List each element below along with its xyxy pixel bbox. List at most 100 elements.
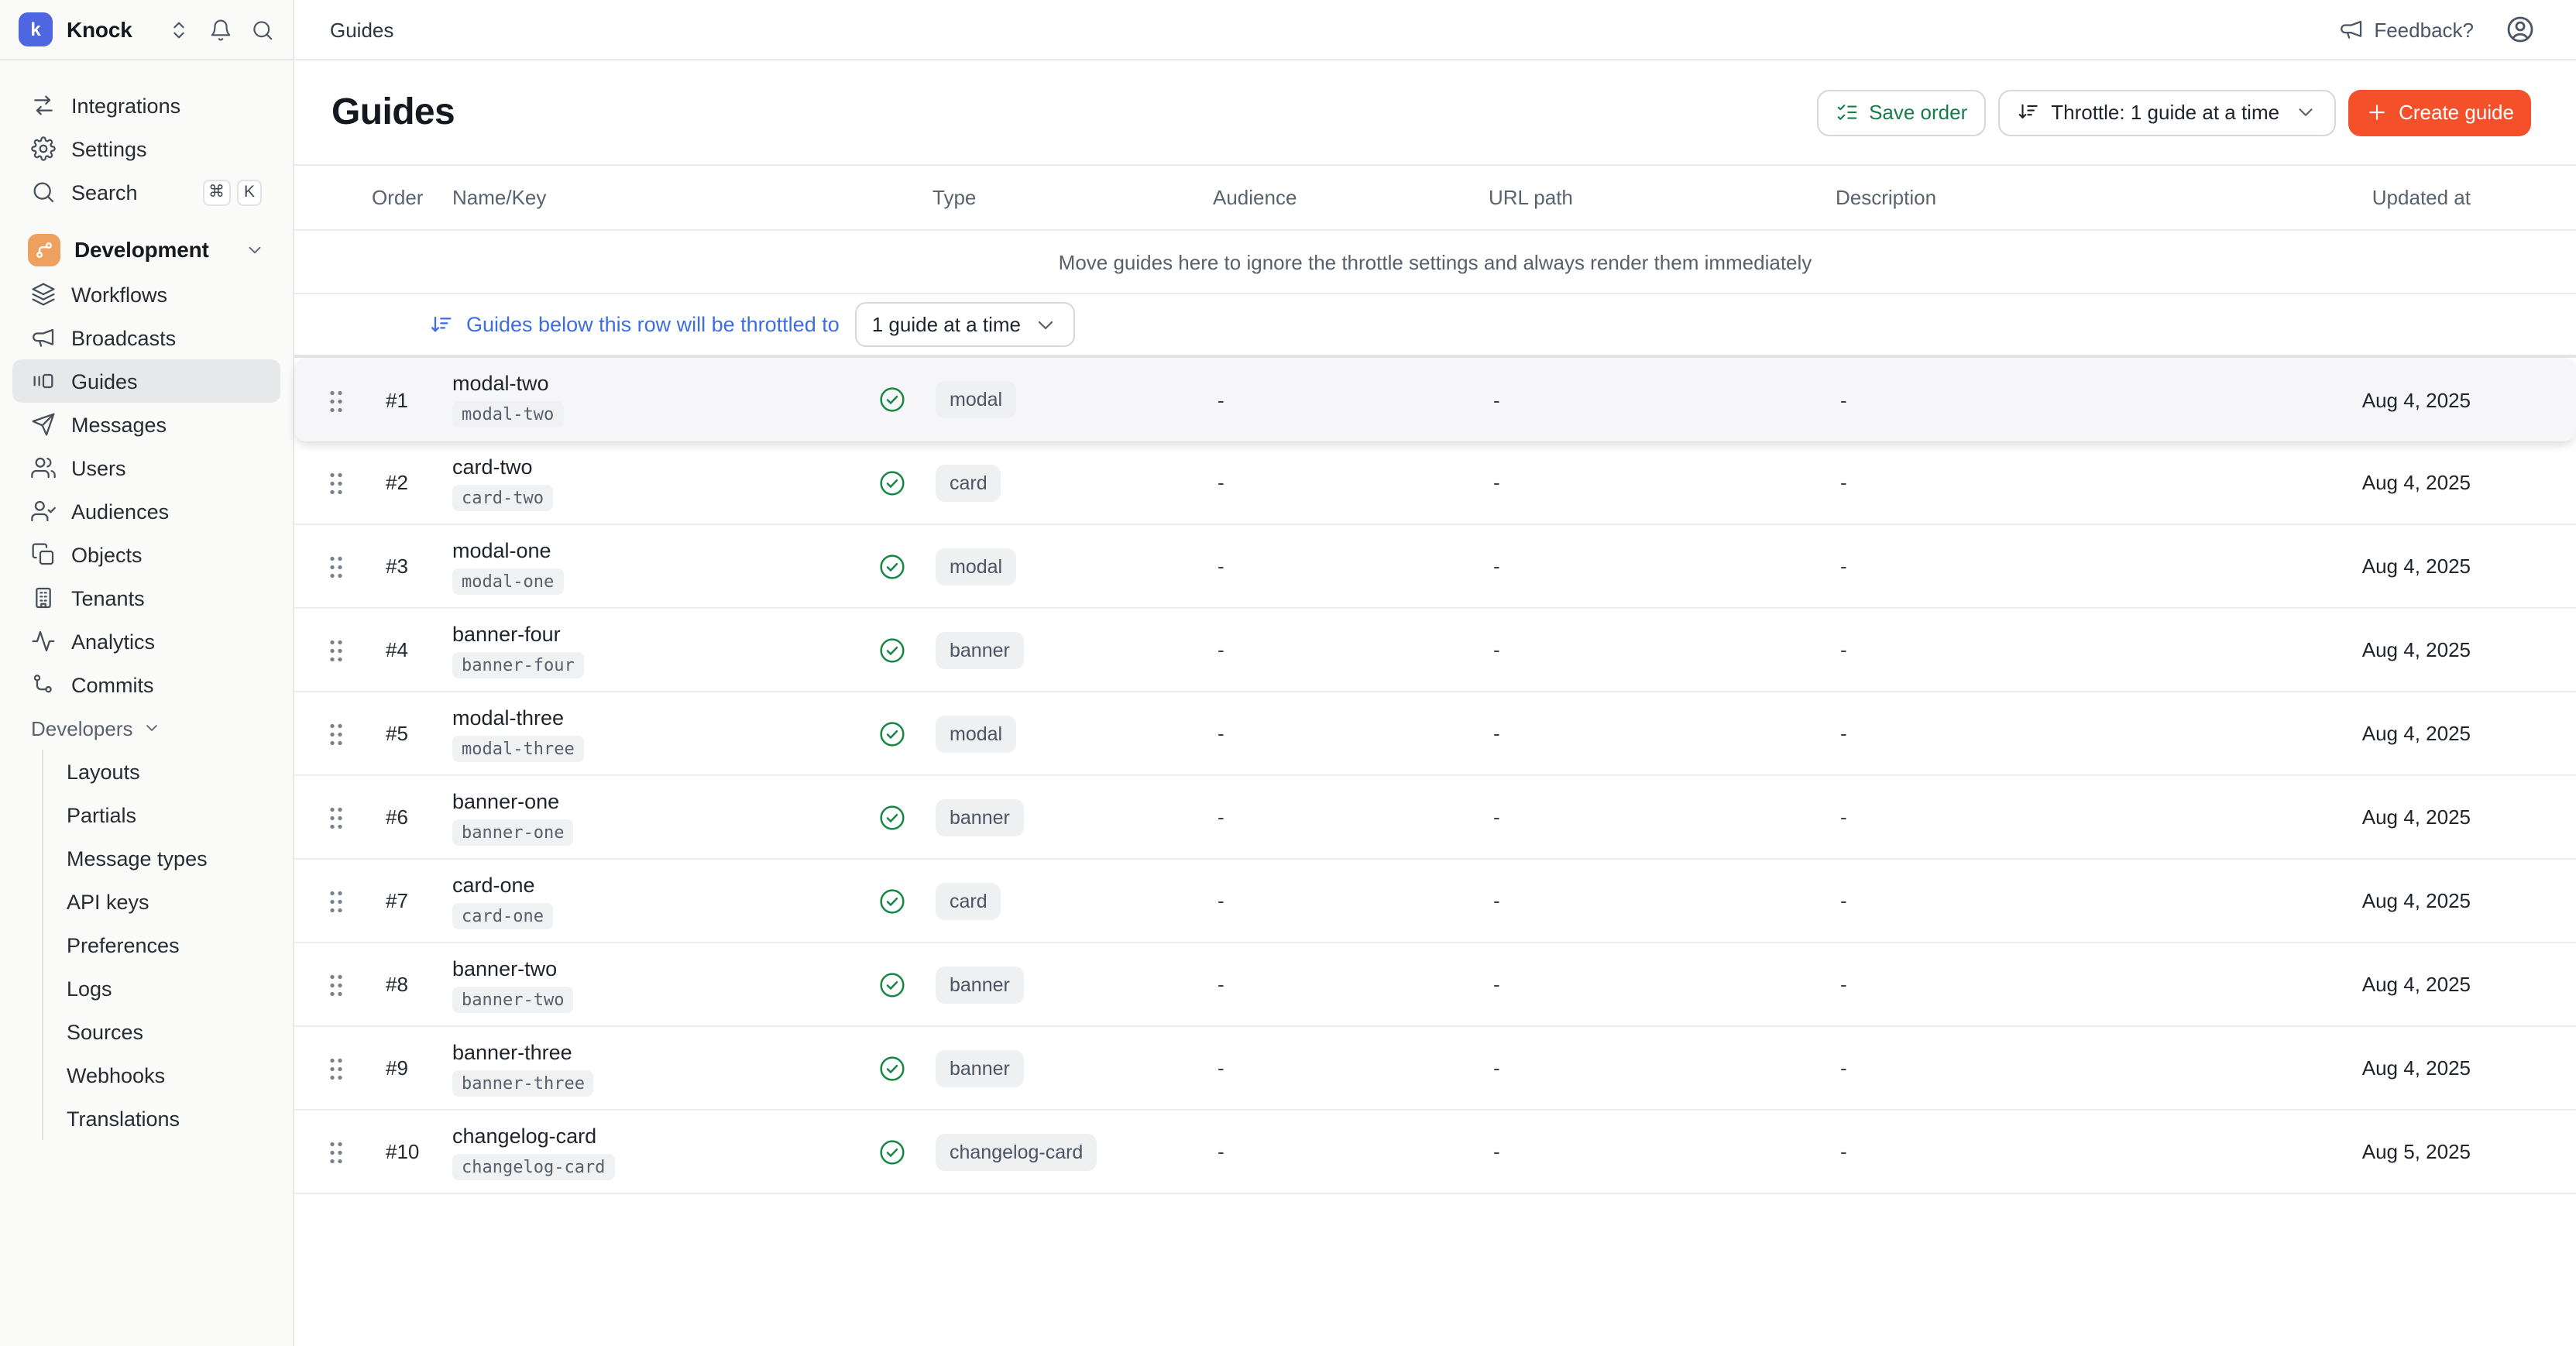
sidebar-item-search[interactable]: Search⌘K (12, 170, 280, 214)
drag-handle[interactable] (328, 388, 342, 411)
url-path-value: - (1489, 973, 1836, 996)
url-path-value: - (1489, 388, 1836, 411)
sidebar-item-broadcasts[interactable]: Broadcasts (12, 316, 280, 359)
sidebar-item-label: Webhooks (67, 1063, 165, 1087)
megaphone-icon (2338, 17, 2363, 42)
audience-value: - (1213, 889, 1489, 912)
column-header-order: Order (372, 186, 452, 209)
integrations-icon (31, 93, 56, 118)
account-menu-icon[interactable] (2505, 14, 2536, 45)
updated-at: Aug 4, 2025 (2223, 471, 2471, 494)
topbar-tab-guides[interactable]: Guides (330, 18, 393, 41)
sidebar-item-logs[interactable]: Logs (43, 967, 280, 1010)
create-guide-button[interactable]: Create guide (2348, 89, 2531, 136)
guide-type-badge: modal (936, 715, 1016, 752)
updated-at: Aug 4, 2025 (2223, 973, 2471, 996)
sidebar-item-sources[interactable]: Sources (43, 1010, 280, 1053)
table-row[interactable]: #6banner-onebanner-onebanner---Aug 4, 20… (294, 776, 2576, 860)
unthrottled-dropzone[interactable]: Move guides here to ignore the throttle … (294, 231, 2576, 294)
sidebar-item-translations[interactable]: Translations (43, 1097, 280, 1140)
sidebar-item-label: Layouts (67, 760, 140, 783)
sidebar-item-users[interactable]: Users (12, 446, 280, 489)
sidebar-item-integrations[interactable]: Integrations (12, 84, 280, 127)
search-icon[interactable] (251, 18, 274, 41)
sidebar-item-audiences[interactable]: Audiences (12, 489, 280, 533)
throttle-dropdown-button[interactable]: Throttle: 1 guide at a time (1998, 89, 2335, 136)
status-active-icon (877, 1052, 908, 1083)
description-value: - (1836, 805, 2223, 829)
updated-at: Aug 4, 2025 (2223, 805, 2471, 829)
table-row[interactable]: #8banner-twobanner-twobanner---Aug 4, 20… (294, 943, 2576, 1027)
sidebar-item-objects[interactable]: Objects (12, 533, 280, 576)
guide-type-badge: card (936, 882, 1001, 919)
table-row[interactable]: #3modal-onemodal-onemodal---Aug 4, 2025 (294, 525, 2576, 609)
updated-at: Aug 5, 2025 (2223, 1140, 2471, 1163)
broadcasts-icon (31, 325, 56, 350)
guide-type-badge: banner (936, 966, 1024, 1003)
table-row[interactable]: #9banner-threebanner-threebanner---Aug 4… (294, 1027, 2576, 1111)
sidebar-item-settings[interactable]: Settings (12, 127, 280, 170)
sidebar-item-label: Translations (67, 1107, 180, 1130)
save-order-button[interactable]: Save order (1816, 89, 1986, 136)
developers-section-toggle[interactable]: Developers (12, 709, 280, 747)
app-window: k Knock IntegrationsSettingsSearch⌘K Dev… (0, 0, 2576, 1346)
drag-handle[interactable] (328, 471, 342, 494)
sidebar-item-message-types[interactable]: Message types (43, 836, 280, 880)
workspace-avatar: k (19, 12, 53, 46)
guide-type-badge: banner (936, 1049, 1024, 1087)
status-active-icon (877, 551, 908, 582)
sidebar-item-partials[interactable]: Partials (43, 793, 280, 836)
drag-handle[interactable] (328, 722, 342, 745)
sidebar-item-label: Analytics (71, 630, 155, 653)
throttle-divider-link[interactable]: Guides below this row will be throttled … (466, 313, 840, 336)
sidebar-item-preferences[interactable]: Preferences (43, 923, 280, 967)
sidebar-item-webhooks[interactable]: Webhooks (43, 1053, 280, 1097)
sidebar-item-label: Sources (67, 1020, 143, 1043)
table-row[interactable]: #4banner-fourbanner-fourbanner---Aug 4, … (294, 609, 2576, 692)
feedback-button[interactable]: Feedback? (2338, 17, 2474, 42)
sidebar-item-label: Message types (67, 846, 208, 870)
table-row[interactable]: #1modal-twomodal-twomodal---Aug 4, 2025 (294, 358, 2576, 441)
workspace-switcher[interactable]: k Knock (0, 0, 293, 60)
row-order: #7 (372, 889, 452, 912)
chevrons-updown-icon[interactable] (167, 18, 191, 41)
sidebar-item-analytics[interactable]: Analytics (12, 620, 280, 663)
table-row[interactable]: #7card-onecard-onecard---Aug 4, 2025 (294, 860, 2576, 943)
sidebar-item-workflows[interactable]: Workflows (12, 273, 280, 316)
row-order: #9 (372, 1056, 452, 1080)
sidebar-item-guides[interactable]: Guides (12, 359, 280, 403)
column-header-url-path: URL path (1489, 186, 1836, 209)
guide-key-badge: banner-two (452, 986, 573, 1012)
status-active-icon (877, 1136, 908, 1167)
sidebar-item-api-keys[interactable]: API keys (43, 880, 280, 923)
chevron-down-icon (2293, 101, 2317, 124)
sidebar-nav: IntegrationsSettingsSearch⌘K Development… (0, 60, 293, 1140)
table-header-row: Order Name/Key Type Audience URL path De… (294, 164, 2576, 231)
plus-icon (2365, 101, 2388, 124)
bell-icon[interactable] (209, 18, 232, 41)
sidebar-item-commits[interactable]: Commits (12, 663, 280, 706)
table-row[interactable]: #10changelog-cardchangelog-cardchangelog… (294, 1111, 2576, 1194)
workspace-name: Knock (67, 17, 167, 42)
table-row[interactable]: #2card-twocard-twocard---Aug 4, 2025 (294, 441, 2576, 525)
sidebar-item-label: API keys (67, 890, 149, 913)
guide-type-badge: banner (936, 631, 1024, 668)
sidebar-item-label: Users (71, 456, 126, 479)
sidebar-item-label: Partials (67, 803, 136, 826)
sidebar-item-layouts[interactable]: Layouts (43, 750, 280, 793)
sidebar-item-tenants[interactable]: Tenants (12, 576, 280, 620)
sidebar-item-messages[interactable]: Messages (12, 403, 280, 446)
environment-switcher[interactable]: Development (12, 226, 280, 273)
drag-handle[interactable] (328, 1140, 342, 1163)
throttle-value-select[interactable]: 1 guide at a time (855, 302, 1075, 347)
drag-handle[interactable] (328, 555, 342, 578)
drag-handle[interactable] (328, 973, 342, 996)
drag-handle[interactable] (328, 638, 342, 661)
table-row[interactable]: #5modal-threemodal-threemodal---Aug 4, 2… (294, 692, 2576, 776)
drag-handle[interactable] (328, 889, 342, 912)
drag-handle[interactable] (328, 1056, 342, 1080)
sidebar-item-label: Preferences (67, 933, 180, 956)
guide-name: card-two (452, 455, 867, 478)
drag-handle[interactable] (328, 805, 342, 829)
status-active-icon (877, 718, 908, 749)
